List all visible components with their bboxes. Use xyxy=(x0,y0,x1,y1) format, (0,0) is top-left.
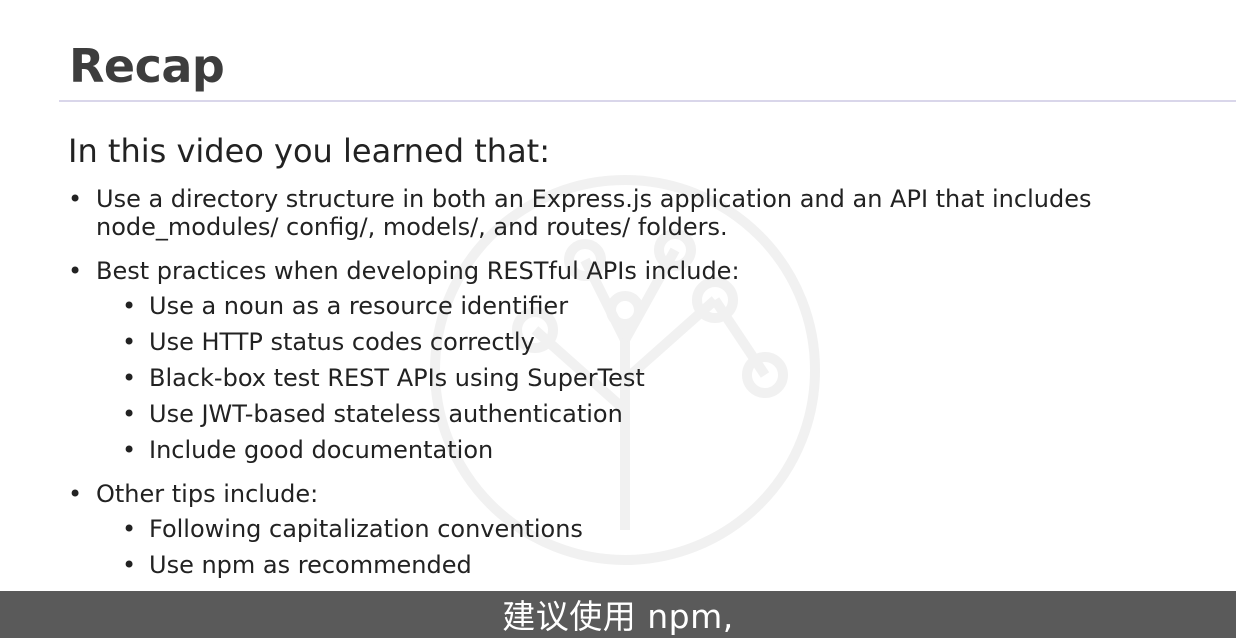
bullet-dot: • xyxy=(122,436,137,464)
bullet-dot: • xyxy=(122,515,137,543)
sub-bullet-text: Use npm as recommended xyxy=(149,551,472,579)
intro-text: In this video you learned that: xyxy=(68,132,550,170)
sub-bullet-text: Use JWT-based stateless authentication xyxy=(149,400,623,428)
bullet-dot: • xyxy=(68,257,83,285)
sub-bullet-text: Use HTTP status codes correctly xyxy=(149,328,535,356)
title-divider xyxy=(59,100,1236,102)
bullet-dot: • xyxy=(122,292,137,320)
sub-bullet-text: Include good documentation xyxy=(149,436,494,464)
bullet-text: Other tips include: xyxy=(96,480,319,508)
bullet-text-line-1: Use a directory structure in both an Exp… xyxy=(96,185,1092,213)
bullet-dot: • xyxy=(122,551,137,579)
bullet-dot: • xyxy=(122,364,137,392)
subtitle-caption: 建议使用 npm, xyxy=(502,597,734,636)
bullet-text-line-2: node_modules/ config/, models/, and rout… xyxy=(96,213,728,241)
bullet-text: Best practices when developing RESTful A… xyxy=(96,257,740,285)
sub-bullet-text: Following capitalization conventions xyxy=(149,515,583,543)
sub-bullet-text: Use a noun as a resource identifier xyxy=(149,292,569,320)
bullet-dot: • xyxy=(68,185,83,213)
slide-title: Recap xyxy=(69,39,225,93)
bullet-dot: • xyxy=(68,480,83,508)
subtitle-bar: 建议使用 npm, xyxy=(0,591,1236,638)
bullet-dot: • xyxy=(122,328,137,356)
sub-bullet-text: Black-box test REST APIs using SuperTest xyxy=(149,364,645,392)
bullet-dot: • xyxy=(122,400,137,428)
